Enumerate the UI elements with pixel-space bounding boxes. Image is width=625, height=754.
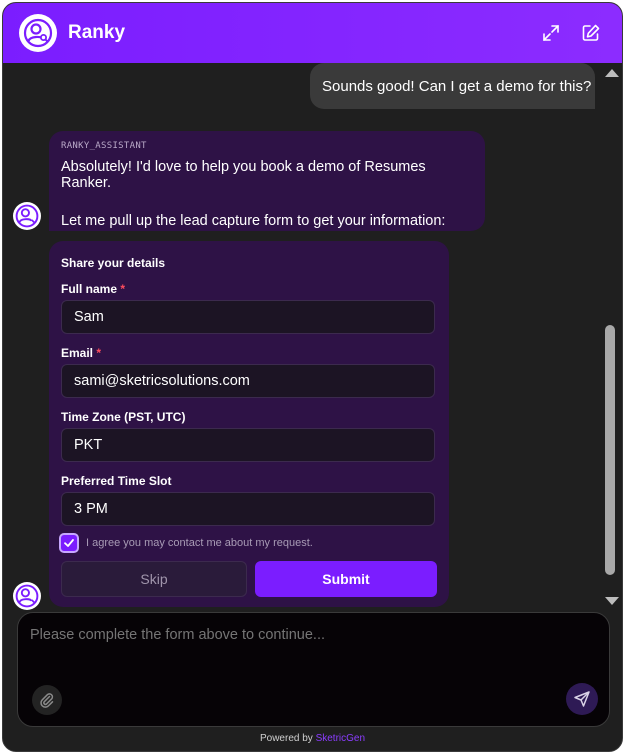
message-input[interactable] bbox=[30, 627, 590, 643]
submit-button[interactable]: Submit bbox=[255, 561, 437, 597]
assistant-message-line: Absolutely! I'd love to help you book a … bbox=[61, 159, 426, 191]
footer-brand-link[interactable]: SketricGen bbox=[316, 733, 365, 744]
email-label: Email * bbox=[61, 346, 102, 360]
assistant-message-line: Let me pull up the lead capture form to … bbox=[61, 213, 446, 229]
time-slot-input[interactable] bbox=[61, 492, 435, 526]
assistant-message: RANKY_ASSISTANT Absolutely! I'd love to … bbox=[49, 131, 485, 231]
powered-by-footer: Powered by SketricGen bbox=[3, 733, 622, 744]
full-name-label: Full name * bbox=[61, 282, 126, 296]
expand-icon[interactable] bbox=[541, 23, 561, 43]
email-input[interactable] bbox=[61, 364, 435, 398]
paperclip-icon[interactable] bbox=[32, 685, 62, 715]
consent-row: I agree you may contact me about my requ… bbox=[59, 533, 313, 553]
chat-header: Ranky bbox=[3, 3, 622, 63]
message-composer bbox=[17, 612, 610, 727]
scroll-up-arrow-icon[interactable] bbox=[605, 69, 619, 77]
time-zone-label: Time Zone (PST, UTC) bbox=[61, 410, 186, 424]
scroll-down-arrow-icon[interactable] bbox=[605, 597, 619, 605]
consent-text: I agree you may contact me about my requ… bbox=[86, 537, 313, 549]
check-icon bbox=[64, 539, 74, 547]
lead-capture-form: Share your details Full name * Email * T… bbox=[49, 241, 449, 607]
skip-button[interactable]: Skip bbox=[61, 561, 247, 597]
sender-label: RANKY_ASSISTANT bbox=[61, 141, 147, 151]
message-scrollbar[interactable] bbox=[601, 63, 619, 611]
time-slot-label: Preferred Time Slot bbox=[61, 474, 172, 488]
send-icon[interactable] bbox=[566, 683, 598, 715]
edit-icon[interactable] bbox=[581, 23, 601, 43]
time-zone-input[interactable] bbox=[61, 428, 435, 462]
app-title: Ranky bbox=[68, 22, 126, 43]
user-message-text: Sounds good! Can I get a demo for this? bbox=[322, 77, 592, 95]
assistant-avatar-icon bbox=[13, 582, 41, 610]
consent-checkbox[interactable] bbox=[59, 533, 79, 553]
scrollbar-thumb[interactable] bbox=[605, 325, 615, 575]
full-name-input[interactable] bbox=[61, 300, 435, 334]
chat-widget: Ranky Sounds good! Can I get a demo for … bbox=[2, 2, 623, 752]
form-title: Share your details bbox=[61, 256, 166, 270]
user-message: Sounds good! Can I get a demo for this? bbox=[310, 63, 595, 109]
user-search-icon bbox=[19, 14, 57, 52]
message-list: Sounds good! Can I get a demo for this? … bbox=[3, 63, 601, 611]
footer-prefix: Powered by bbox=[259, 733, 313, 744]
assistant-avatar-icon bbox=[13, 202, 41, 230]
